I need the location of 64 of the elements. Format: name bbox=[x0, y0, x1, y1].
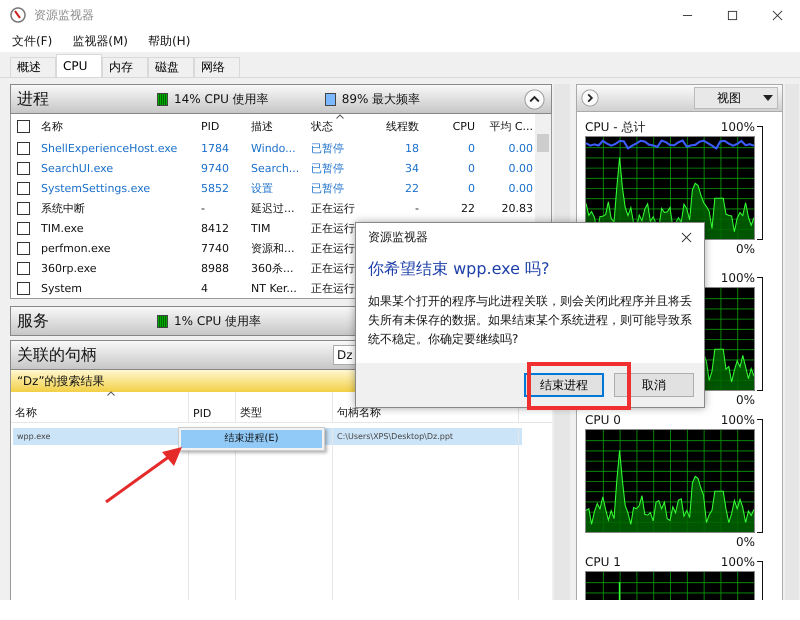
table-cell-text: TIM.exe bbox=[40, 222, 84, 234]
table-cell-text: 0.00 bbox=[508, 162, 534, 174]
table-cell-text: 7740 bbox=[200, 242, 230, 254]
dialog-title: 资源监视器 bbox=[368, 228, 428, 246]
table-cell-text: 正在运行 bbox=[310, 240, 356, 256]
window-title: 资源监视器 bbox=[34, 6, 94, 24]
table-cell-text: 34 bbox=[404, 162, 420, 174]
section-title: 关联的句柄 bbox=[17, 344, 98, 366]
table-cell-text: 0 bbox=[467, 142, 476, 154]
table-cell-text: 20.83 bbox=[500, 202, 534, 214]
table-cell-text: 8988 bbox=[200, 262, 230, 274]
table-cell-text: 22 bbox=[460, 202, 476, 214]
cpu-usage-text: 1% CPU 使用率 bbox=[174, 312, 262, 330]
table-cell-text: 22 bbox=[404, 182, 420, 194]
table-cell-text: 设置 bbox=[250, 180, 274, 196]
table-cell-text: 资源和... bbox=[250, 240, 296, 256]
table-cell-text: 0 bbox=[467, 182, 476, 194]
scale-max-label: 100% bbox=[720, 271, 755, 285]
table-cell-text: Search... bbox=[250, 162, 300, 174]
table-cell-text: 已暂停 bbox=[310, 180, 345, 196]
table-cell-text: 1784 bbox=[200, 142, 230, 154]
table-cell-text: ShellExperienceHost.exe bbox=[40, 142, 178, 154]
section-title: 进程 bbox=[17, 88, 50, 110]
table-cell-text: 4 bbox=[200, 282, 209, 294]
scale-min-label: 0% bbox=[736, 535, 755, 549]
scale-max-label: 100% bbox=[720, 413, 755, 427]
table-cell-text: 已暂停 bbox=[310, 160, 345, 176]
table-cell-text: 360rp.exe bbox=[40, 262, 98, 274]
graph-label: CPU 0 bbox=[585, 413, 621, 427]
frequency-text: 89% 最大频率 bbox=[342, 90, 420, 108]
table-cell-text: 0.00 bbox=[508, 182, 534, 194]
table-cell-text: - bbox=[200, 202, 206, 214]
table-cell-text: 正在运行 bbox=[310, 280, 356, 296]
table-cell-text: TIM bbox=[250, 222, 272, 234]
table-cell-text: 已暂停 bbox=[310, 140, 345, 156]
table-cell-text: 5852 bbox=[200, 182, 230, 194]
table-cell-text: 延迟过... bbox=[250, 200, 296, 216]
table-cell-text: 正在运行 bbox=[310, 200, 356, 216]
table-cell-text: 正在运行 bbox=[310, 260, 356, 276]
table-cell-text: 360杀... bbox=[250, 260, 294, 276]
scale-max-label: 100% bbox=[720, 555, 755, 569]
scale-min-label: 0% bbox=[736, 242, 755, 256]
dialog-heading: 你希望结束 wpp.exe 吗? bbox=[367, 258, 551, 280]
table-cell-text: System bbox=[40, 282, 84, 294]
table-cell-text: 0 bbox=[467, 162, 476, 174]
table-cell-text: 正在运行 bbox=[310, 220, 356, 236]
table-cell-text: 系统中断 bbox=[40, 200, 86, 216]
table-cell-text: 18 bbox=[404, 142, 420, 154]
section-title: 服务 bbox=[17, 310, 50, 332]
graph-label: CPU - 总计 bbox=[585, 118, 646, 136]
table-cell: C:\Users\XPS\Desktop\Dz.ppt bbox=[333, 428, 519, 445]
table-cell-text: SystemSettings.exe bbox=[40, 182, 152, 194]
table-cell-text: Windo... bbox=[250, 142, 297, 154]
table-cell-text: SearchUI.exe bbox=[40, 162, 114, 174]
table-cell-text: perfmon.exe bbox=[40, 242, 112, 254]
table-cell-text: 8412 bbox=[200, 222, 230, 234]
table-cell-text: 9740 bbox=[200, 162, 230, 174]
scale-min-label: 0% bbox=[736, 393, 755, 407]
scale-max-label: 100% bbox=[720, 120, 755, 134]
graph-label: CPU 1 bbox=[585, 555, 621, 569]
cpu-usage-text: 14% CPU 使用率 bbox=[174, 90, 269, 108]
table-cell-text: - bbox=[414, 202, 420, 214]
table-cell-text: NT Ker... bbox=[250, 282, 298, 294]
table-cell-text: 0.00 bbox=[508, 142, 534, 154]
